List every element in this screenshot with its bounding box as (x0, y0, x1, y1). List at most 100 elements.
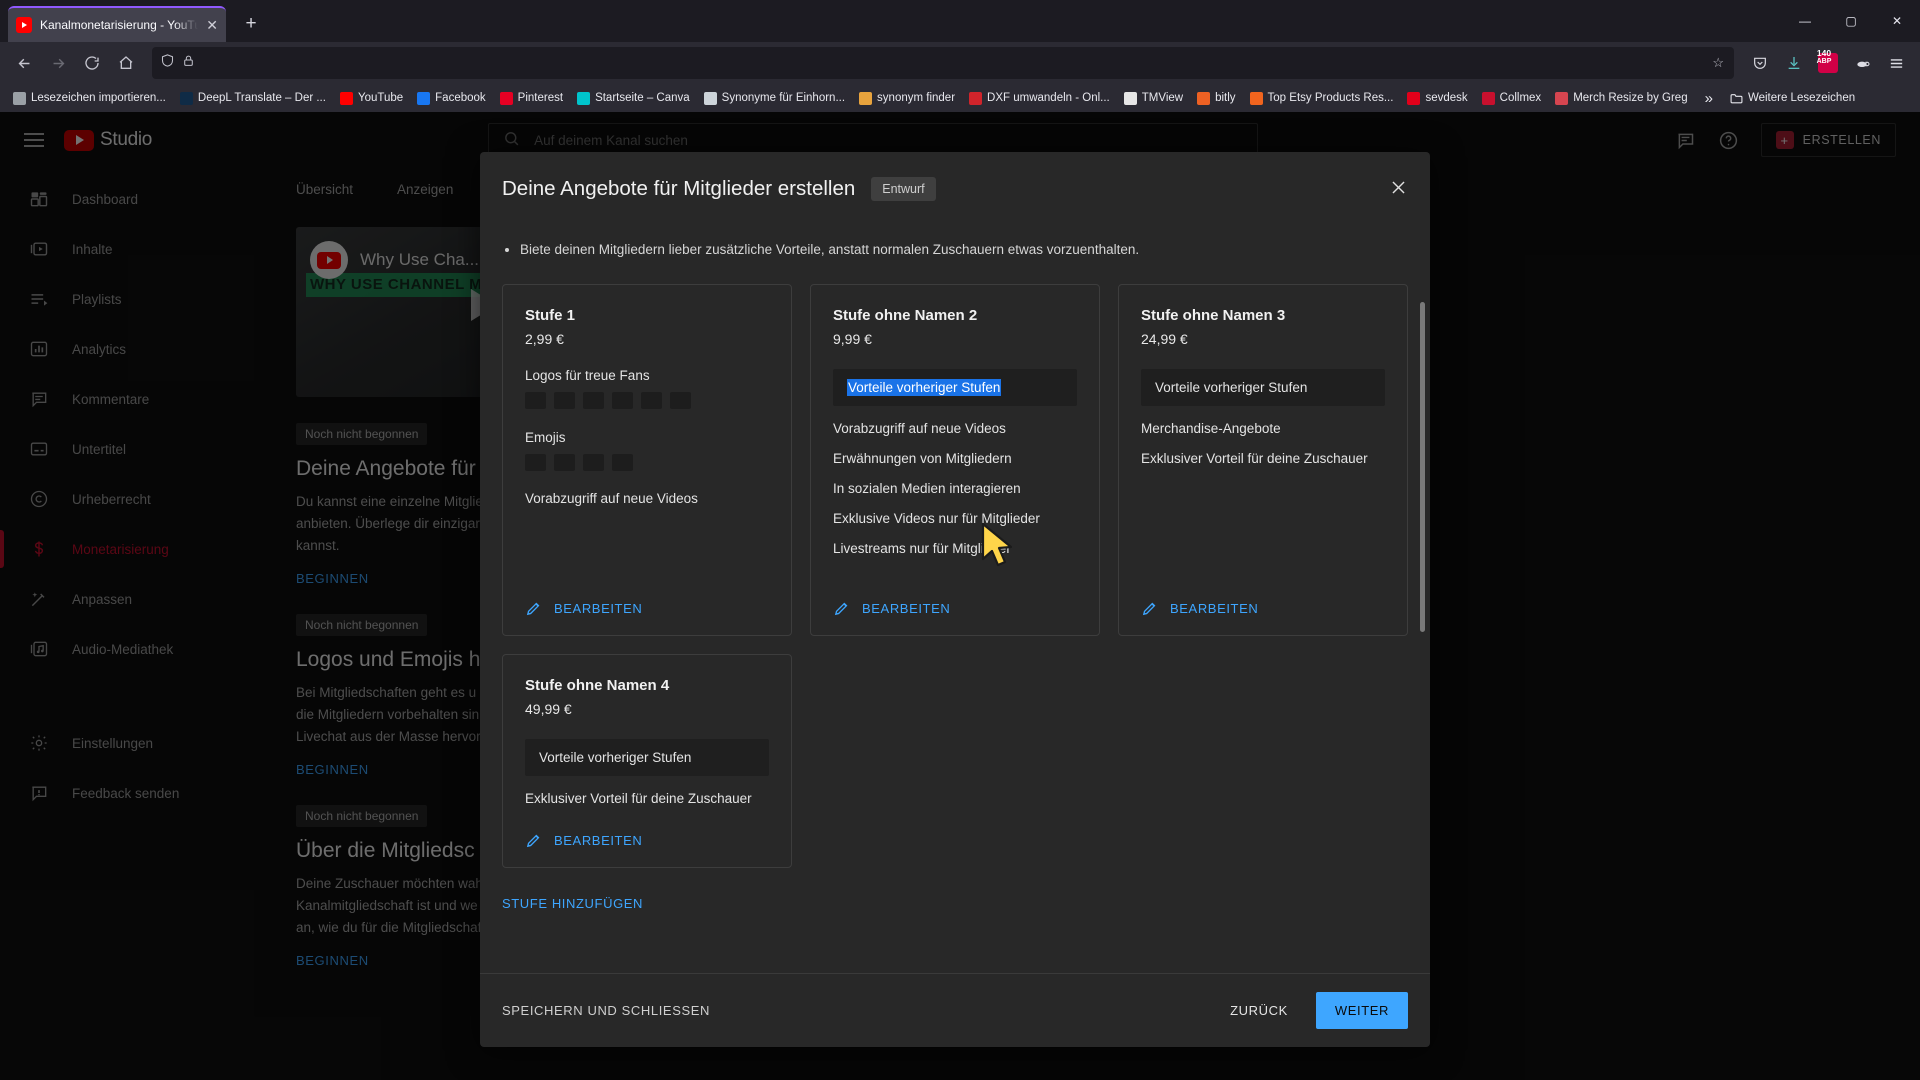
bookmark-label: Merch Resize by Greg (1573, 92, 1688, 104)
bookmark-label: Synonyme für Einhorn... (721, 92, 846, 104)
close-icon[interactable] (1389, 178, 1408, 201)
facebook-icon (417, 91, 431, 105)
next-button[interactable]: WEITER (1315, 992, 1408, 1029)
close-icon[interactable]: ✕ (206, 18, 218, 32)
tier-name: Stufe ohne Namen 2 (833, 307, 978, 324)
reload-button[interactable] (76, 47, 108, 79)
bitly-icon (1197, 91, 1211, 105)
browser-tab[interactable]: Kanalmonetarisierung - YouTub ✕ (8, 6, 226, 42)
edit-tier-button[interactable]: BEARBEITEN (833, 574, 1077, 617)
save-and-close-button[interactable]: SPEICHERN UND SCHLIESSEN (502, 1003, 710, 1018)
modal-title: Deine Angebote für Mitglieder erstellen (502, 177, 856, 200)
previous-tier-perks-chip[interactable]: Vorteile vorheriger Stufen (833, 369, 1077, 406)
lock-icon[interactable] (182, 54, 195, 72)
tier-name: Stufe ohne Namen 4 (525, 677, 670, 694)
bookmark-label: TMView (1141, 92, 1184, 104)
bookmark-item[interactable]: Facebook (410, 89, 493, 108)
synonym-icon (703, 91, 717, 105)
tier-perk: Vorabzugriff auf neue Videos (525, 491, 698, 506)
tier-price: 2,99 € (525, 331, 564, 347)
edit-tier-label: BEARBEITEN (1170, 601, 1259, 616)
container-icon[interactable] (1846, 47, 1878, 79)
modal-footer: SPEICHERN UND SCHLIESSEN ZURÜCK WEITER (480, 973, 1430, 1047)
tab-title: Kanalmonetarisierung - YouTub (40, 18, 199, 32)
back-button[interactable]: ZURÜCK (1220, 994, 1298, 1027)
add-tier-button[interactable]: STUFE HINZUFÜGEN (502, 896, 643, 911)
adblock-label: ABP (1816, 58, 1832, 65)
bookmark-item[interactable]: Lesezeichen importieren... (6, 89, 173, 108)
create-offers-modal: Deine Angebote für Mitglieder erstellen … (480, 152, 1430, 1047)
minimize-button[interactable]: — (1782, 0, 1828, 42)
tier-card: Stufe ohne Namen 2 9,99 € Vorteile vorheri… (810, 284, 1100, 636)
tier-logos-label: Logos für treue Fans (525, 368, 650, 383)
navigation-toolbar: ☆ 140 ABP (0, 42, 1920, 84)
app-menu-button[interactable] (1880, 47, 1912, 79)
edit-tier-button[interactable]: BEARBEITEN (525, 806, 769, 849)
bookmark-item[interactable]: TMView (1117, 89, 1190, 108)
draft-status-badge: Entwurf (871, 177, 936, 201)
bookmark-item[interactable]: bitly (1190, 89, 1242, 108)
bookmark-star-icon[interactable]: ☆ (1712, 55, 1724, 71)
bookmarks-overflow-button[interactable]: » (1695, 90, 1723, 107)
bookmark-item[interactable]: synonym finder (852, 89, 962, 108)
youtube-favicon-icon (16, 17, 32, 33)
intro-bullet-list: Biete deinen Mitgliedern lieber zusätzli… (502, 240, 1408, 260)
previous-tier-perks-chip[interactable]: Vorteile vorheriger Stufen (525, 739, 769, 776)
tier-perk: Livestreams nur für Mitglieder (833, 541, 1011, 556)
tier-perk: Exklusiver Vorteil für deine Zuschauer (525, 791, 752, 806)
bookmark-item[interactable]: Pinterest (493, 89, 570, 108)
bookmark-label: YouTube (357, 92, 404, 104)
window-close-button[interactable]: ✕ (1874, 0, 1920, 42)
bookmark-label: Pinterest (517, 92, 564, 104)
youtube-icon (339, 91, 353, 105)
modal-scrollbar[interactable] (1420, 302, 1425, 632)
pocket-icon[interactable] (1744, 47, 1776, 79)
logo-swatch (670, 392, 691, 409)
edit-tier-label: BEARBEITEN (862, 601, 951, 616)
dxf-icon (969, 91, 983, 105)
tier-card: Stufe ohne Namen 4 49,99 € Vorteile vorher… (502, 654, 792, 868)
bookmark-item[interactable]: DeepL Translate – Der ... (173, 89, 333, 108)
tier-card: Stufe ohne Namen 3 24,99 € Vorteile vorher… (1118, 284, 1408, 636)
bookmark-label: DeepL Translate – Der ... (197, 92, 326, 104)
import-icon (13, 91, 26, 105)
bookmark-item[interactable]: YouTube (333, 89, 410, 108)
bookmark-item[interactable]: Collmex (1475, 89, 1549, 108)
previous-tier-perks-label: Vorteile vorheriger Stufen (847, 379, 1002, 396)
edit-tier-label: BEARBEITEN (554, 601, 643, 616)
bookmark-item[interactable]: DXF umwandeln - Onl... (962, 89, 1117, 108)
maximize-button[interactable]: ▢ (1828, 0, 1874, 42)
other-bookmarks-folder[interactable]: Weitere Lesezeichen (1723, 89, 1862, 108)
bookmark-item[interactable]: Synonyme für Einhorn... (697, 89, 852, 108)
back-button[interactable] (8, 47, 40, 79)
mouse-cursor (981, 522, 1013, 567)
tier-price: 24,99 € (1141, 331, 1188, 347)
forward-button[interactable] (42, 47, 74, 79)
bookmark-item[interactable]: Top Etsy Products Res... (1243, 89, 1401, 108)
shield-icon[interactable] (160, 53, 175, 73)
modal-body[interactable]: Biete deinen Mitgliedern lieber zusätzli… (480, 226, 1430, 973)
new-tab-button[interactable]: + (236, 9, 266, 39)
page-content: Studio Auf deinem Kanal suchen + ERSTELL… (0, 112, 1920, 1080)
tmview-icon (1123, 91, 1137, 105)
deepl-icon (179, 91, 193, 105)
tier-perk: Exklusive Videos nur für Mitglieder (833, 511, 1040, 526)
bookmark-item[interactable]: sevdesk (1400, 89, 1474, 108)
tier-perk: Vorabzugriff auf neue Videos (833, 421, 1006, 436)
edit-tier-button[interactable]: BEARBEITEN (525, 574, 769, 617)
previous-tier-perks-chip[interactable]: Vorteile vorheriger Stufen (1141, 369, 1385, 406)
bookmark-item[interactable]: Merch Resize by Greg (1548, 89, 1694, 108)
bookmark-item[interactable]: Startseite – Canva (570, 89, 697, 108)
pencil-icon (1141, 600, 1158, 617)
logo-swatch (525, 392, 546, 409)
downloads-icon[interactable] (1778, 47, 1810, 79)
adblock-icon[interactable]: 140 ABP (1812, 47, 1844, 79)
intro-bullet-item: Biete deinen Mitgliedern lieber zusätzli… (520, 240, 1408, 260)
tier-emojis-label: Emojis (525, 430, 566, 445)
home-button[interactable] (110, 47, 142, 79)
modal-header: Deine Angebote für Mitglieder erstellen … (480, 152, 1430, 226)
address-bar[interactable]: ☆ (152, 47, 1734, 79)
edit-tier-button[interactable]: BEARBEITEN (1141, 574, 1385, 617)
merch-icon (1555, 91, 1569, 105)
tier-card: Stufe 1 2,99 € Logos für treue Fans Emojis V… (502, 284, 792, 636)
